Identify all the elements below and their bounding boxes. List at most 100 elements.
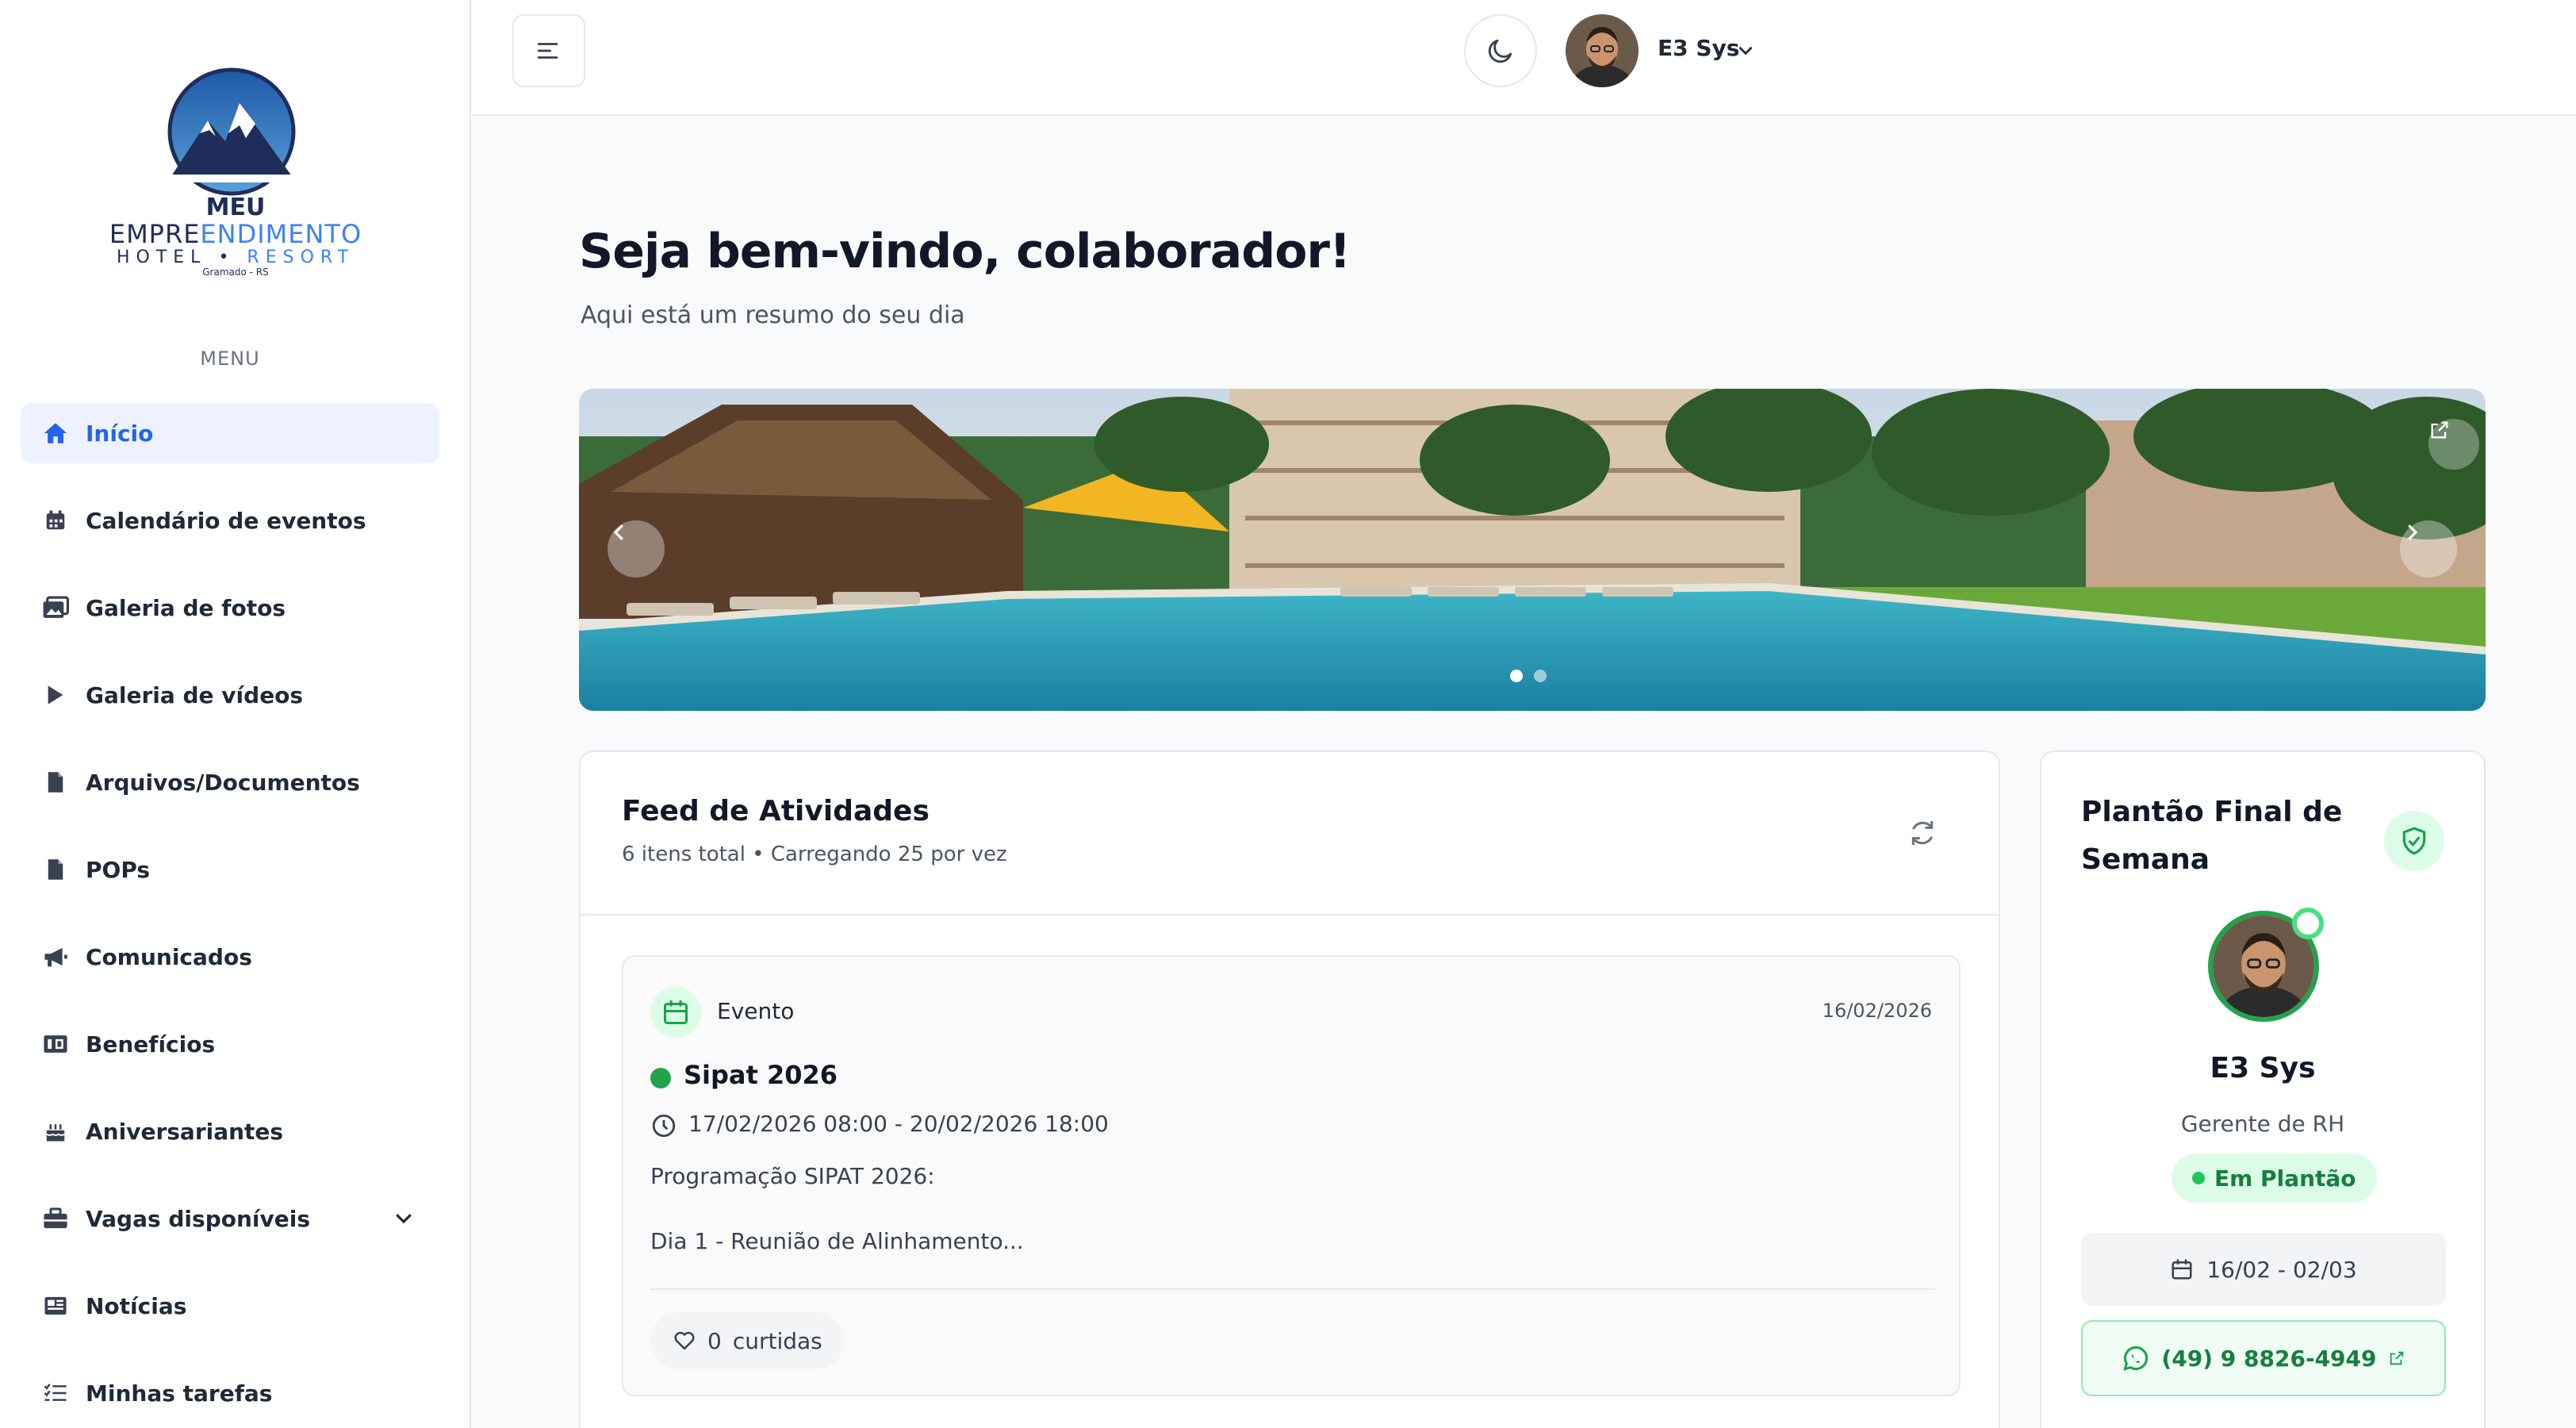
feed-subtitle: 6 itens total • Carregando 25 por vez xyxy=(622,843,1007,866)
hamburger-icon xyxy=(537,43,558,59)
carousel-prev-button[interactable] xyxy=(608,520,665,578)
sidebar-item-comunicados[interactable]: Comunicados xyxy=(21,927,439,987)
divider xyxy=(650,1288,1935,1290)
home-icon xyxy=(40,417,71,449)
play-icon xyxy=(40,679,71,711)
like-button[interactable]: 0 curtidas xyxy=(650,1312,845,1369)
sidebar-item-label: Calendário de eventos xyxy=(86,507,366,534)
menu-title: MENU xyxy=(200,347,260,370)
chevron-left-icon xyxy=(613,524,623,540)
online-indicator xyxy=(2292,908,2324,939)
chevron-down-icon[interactable] xyxy=(392,1206,416,1235)
briefcase-icon xyxy=(40,1203,71,1234)
feed-item-description: Programação SIPAT 2026: xyxy=(650,1163,935,1189)
brand-line4: Gramado - RS xyxy=(202,267,269,278)
sidebar-item-aniversariantes[interactable]: Aniversariantes xyxy=(21,1101,439,1161)
file-icon xyxy=(40,854,71,885)
mountain-logo-icon xyxy=(167,67,298,196)
external-link-icon xyxy=(2431,421,2448,439)
carousel-dots xyxy=(1510,670,1547,682)
theme-toggle-button[interactable] xyxy=(1464,14,1537,87)
sidebar-item-label: Galeria de vídeos xyxy=(86,681,304,708)
user-name[interactable]: E3 Sys xyxy=(1658,35,1739,61)
feed-item[interactable]: Evento 16/02/2026 Sipat 2026 17/02/2026 … xyxy=(622,955,1961,1396)
feed-item-time: 17/02/2026 08:00 - 20/02/2026 18:00 xyxy=(688,1111,1109,1137)
status-dot xyxy=(2192,1172,2205,1184)
duty-title: Plantão Final de Semana xyxy=(2081,796,2343,876)
brand-line3: HOTEL • RESORT xyxy=(116,248,355,267)
sidebar-item-calendario[interactable]: Calendário de eventos xyxy=(21,490,439,551)
shield-check-icon xyxy=(2384,811,2444,871)
feed-item-date: 16/02/2026 xyxy=(1822,1000,1932,1022)
sidebar-item-tarefas[interactable]: Minhas tarefas xyxy=(21,1363,439,1423)
feed-item-type: Evento xyxy=(717,998,795,1024)
whatsapp-icon xyxy=(2123,1345,2149,1371)
sidebar-item-label: Arquivos/Documentos xyxy=(86,769,360,796)
sidebar-item-inicio[interactable]: Início xyxy=(21,403,439,463)
topbar: E3 Sys xyxy=(473,0,2576,116)
whatsapp-contact-button[interactable]: (49) 9 8826-4949 xyxy=(2081,1320,2446,1396)
newspaper-icon xyxy=(40,1290,71,1322)
page-title: Seja bem-vindo, colaborador! xyxy=(579,224,1351,279)
sidebar-item-label: Galeria de fotos xyxy=(86,594,286,621)
clock-icon xyxy=(650,1112,677,1142)
refresh-icon xyxy=(1911,821,1934,845)
brand-line2: EMPREENDIMENTO xyxy=(109,219,362,249)
avatar[interactable] xyxy=(1566,14,1639,87)
sidebar-item-label: POPs xyxy=(86,856,151,883)
sidebar-item-label: Aniversariantes xyxy=(86,1118,284,1145)
sidebar-item-label: Comunicados xyxy=(86,943,252,970)
sidebar-item-fotos[interactable]: Galeria de fotos xyxy=(21,578,439,638)
open-external-button[interactable] xyxy=(2428,419,2479,470)
photos-icon xyxy=(40,592,71,624)
menu-toggle-button[interactable] xyxy=(512,14,585,87)
calendar-icon xyxy=(650,987,701,1038)
feed-item-description: Dia 1 - Reunião de Alinhamento... xyxy=(650,1228,1024,1254)
weekend-duty-card: Plantão Final de Semana E3 Sys Gerente d… xyxy=(2040,750,2486,1428)
sidebar-item-label: Notícias xyxy=(86,1292,187,1319)
sidebar: MEU EMPREENDIMENTO HOTEL • RESORT Gramad… xyxy=(0,0,471,1428)
feed-item-title[interactable]: Sipat 2026 xyxy=(684,1060,838,1090)
status-badge: Em Plantão xyxy=(2172,1154,2377,1203)
moon-icon xyxy=(1488,39,1512,63)
sidebar-item-beneficios[interactable]: Benefícios xyxy=(21,1014,439,1074)
calendar-icon xyxy=(2172,1259,2192,1280)
chevron-right-icon xyxy=(2408,524,2418,540)
page-subtitle: Aqui está um resumo do seu dia xyxy=(581,301,965,329)
tasks-icon xyxy=(40,1377,71,1409)
carousel-dot[interactable] xyxy=(1510,670,1523,682)
sidebar-item-label: Minhas tarefas xyxy=(86,1380,273,1407)
status-dot xyxy=(650,1068,671,1088)
duty-date-range: 16/02 - 02/03 xyxy=(2081,1233,2446,1306)
sidebar-item-arquivos[interactable]: Arquivos/Documentos xyxy=(21,752,439,812)
chevron-down-icon[interactable] xyxy=(1735,40,1756,63)
refresh-button[interactable] xyxy=(1907,817,1938,852)
external-link-icon xyxy=(2390,1351,2403,1365)
benefits-icon xyxy=(40,1028,71,1060)
sidebar-item-vagas[interactable]: Vagas disponíveis xyxy=(21,1188,439,1249)
sidebar-item-videos[interactable]: Galeria de vídeos xyxy=(21,665,439,725)
file-icon xyxy=(40,766,71,798)
sidebar-item-pops[interactable]: POPs xyxy=(21,839,439,900)
feed-header: Feed de Atividades 6 itens total • Carre… xyxy=(581,752,1999,916)
banner-carousel[interactable] xyxy=(579,389,2486,711)
calendar-icon xyxy=(40,505,71,536)
sidebar-nav: Início Calendário de eventos Galeria de … xyxy=(21,403,439,1428)
sidebar-item-label: Início xyxy=(86,420,154,447)
likes-label: curtidas xyxy=(732,1327,822,1354)
sidebar-item-noticias[interactable]: Notícias xyxy=(21,1276,439,1336)
carousel-next-button[interactable] xyxy=(2400,520,2457,578)
sidebar-item-label: Benefícios xyxy=(86,1031,216,1058)
sidebar-item-label: Vagas disponíveis xyxy=(86,1205,311,1232)
date-range-text: 16/02 - 02/03 xyxy=(2206,1256,2357,1283)
activity-feed-card: Feed de Atividades 6 itens total • Carre… xyxy=(579,750,2000,1428)
megaphone-icon xyxy=(40,941,71,973)
brand-logo[interactable]: MEU EMPREENDIMENTO HOTEL • RESORT Gramad… xyxy=(0,60,471,282)
likes-count: 0 xyxy=(707,1327,722,1354)
brand-line1: MEU xyxy=(205,194,266,221)
feed-title: Feed de Atividades xyxy=(622,795,930,827)
user-photo-icon xyxy=(1566,14,1639,87)
carousel-dot[interactable] xyxy=(1534,670,1547,682)
duty-person-name: E3 Sys xyxy=(2210,1052,2316,1084)
phone-number: (49) 9 8826-4949 xyxy=(2161,1345,2377,1372)
